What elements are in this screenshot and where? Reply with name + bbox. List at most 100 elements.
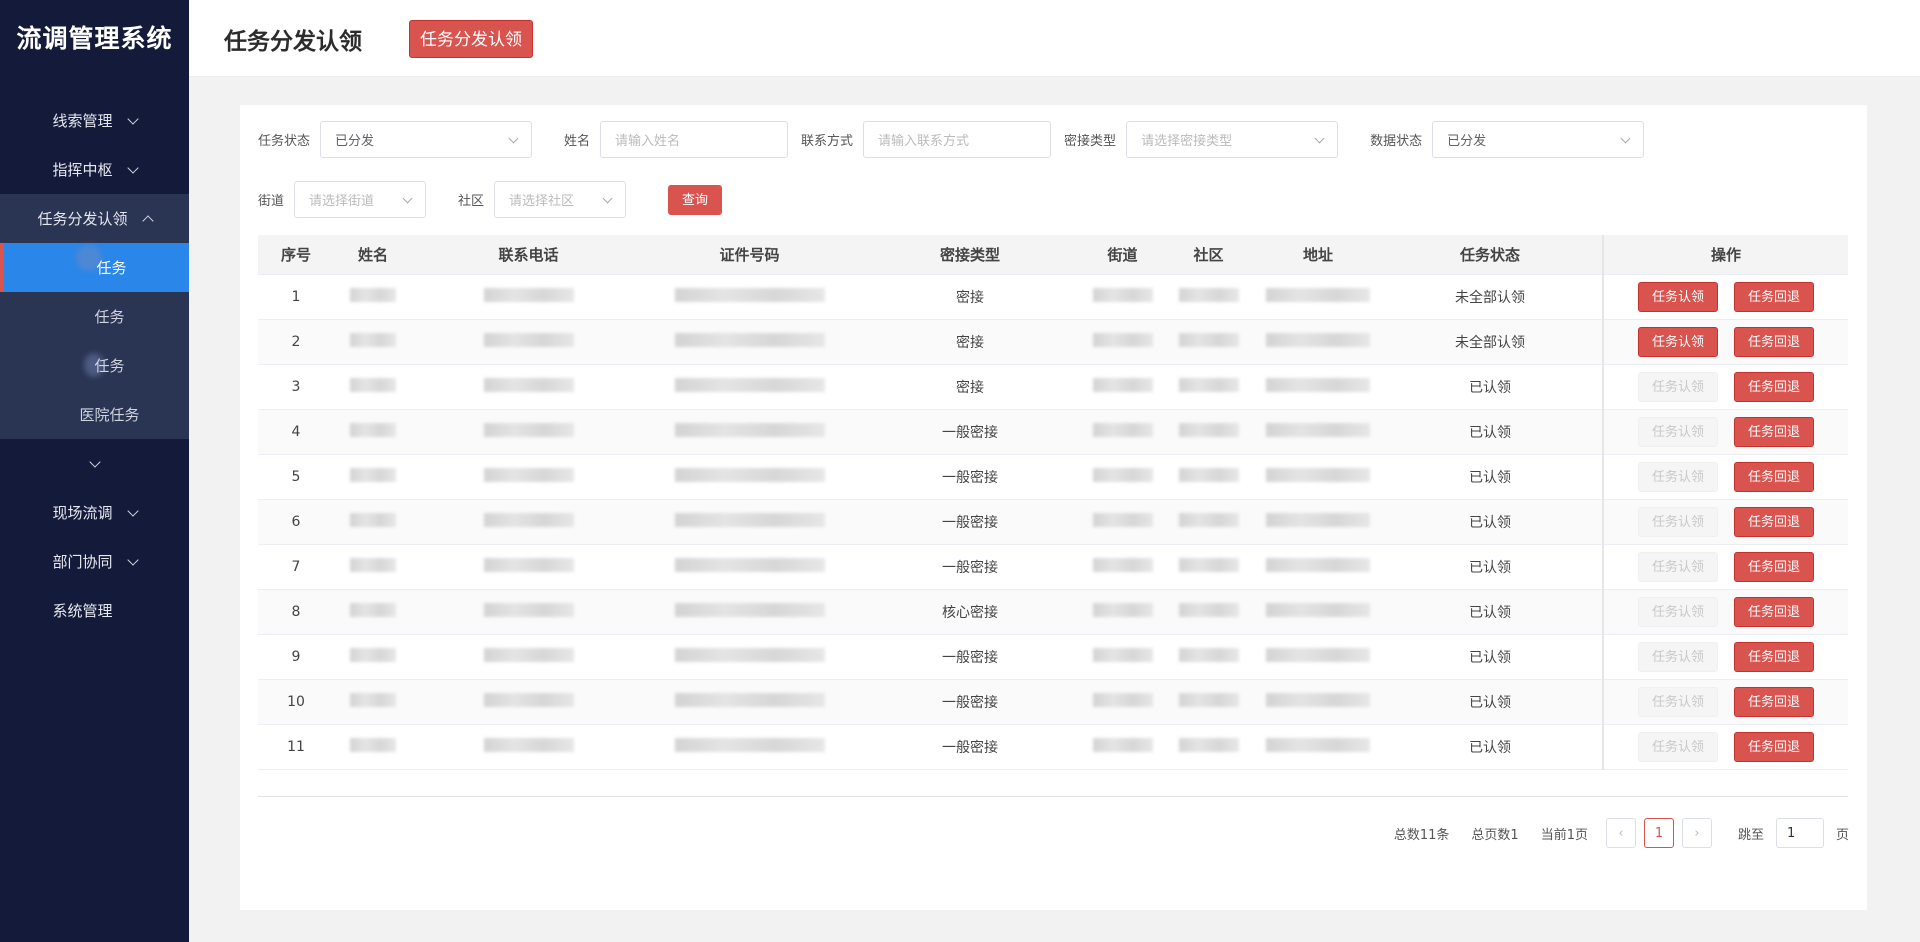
filter-label: 数据状态 (1370, 134, 1423, 149)
redacted-value (483, 692, 574, 707)
redacted-value (1092, 422, 1153, 437)
cell-id-number (645, 454, 854, 500)
redacted-value (674, 332, 825, 347)
chevron-down-icon (508, 133, 519, 144)
claim-task-button[interactable]: 任务认领 (1638, 416, 1718, 447)
name-input[interactable]: 请输入姓名 (600, 121, 789, 158)
cell-contact-type: 密接 (854, 319, 1086, 365)
cell-phone (412, 544, 645, 590)
column-header: 序号 (258, 235, 334, 275)
cell-phone (412, 679, 645, 725)
return-task-button[interactable]: 任务回退 (1734, 731, 1814, 762)
filter-label: 联系方式 (801, 134, 854, 149)
submenu-item-task-3[interactable]: 任务 (0, 341, 189, 390)
column-header: 地址 (1258, 235, 1378, 275)
cell-address (1258, 499, 1378, 545)
redacted-value (1178, 467, 1239, 482)
query-button[interactable]: 查询 (668, 184, 723, 215)
sidebar-item-command-center[interactable]: 指挥中枢 (0, 145, 189, 194)
redacted-value (1092, 332, 1153, 347)
redacted-value (483, 422, 574, 437)
jump-page-input[interactable]: 1 (1775, 818, 1824, 848)
cell-task-status: 已认领 (1378, 634, 1603, 680)
return-task-button[interactable]: 任务回退 (1734, 506, 1814, 537)
claim-task-button[interactable]: 任务认领 (1638, 281, 1718, 312)
claim-task-button[interactable]: 任务认领 (1638, 371, 1718, 402)
cell-phone (412, 634, 645, 680)
sidebar-item-task-distribution[interactable]: 任务分发认领 (0, 194, 189, 243)
submenu-item-label: 任务 (94, 357, 125, 375)
sidebar-item-clue-management[interactable]: 线索管理 (0, 96, 189, 145)
redacted-value (674, 377, 825, 392)
return-task-button[interactable]: 任务回退 (1734, 371, 1814, 402)
claim-task-button[interactable]: 任务认领 (1638, 641, 1718, 672)
redacted-value (1178, 332, 1239, 347)
return-task-button[interactable]: 任务回退 (1734, 326, 1814, 357)
app-title: 流调管理系统 (16, 24, 173, 53)
cell-task-status: 已认领 (1378, 499, 1603, 545)
cell-name (334, 724, 412, 770)
redacted-value (350, 287, 396, 302)
submenu-item-task-2[interactable]: 任务 (0, 292, 189, 341)
cell-actions: 任务认领 任务回退 (1602, 724, 1848, 770)
return-task-button[interactable]: 任务回退 (1734, 686, 1814, 717)
redacted-value (674, 467, 825, 482)
cell-street (1086, 679, 1159, 725)
cell-actions: 任务认领 任务回退 (1602, 589, 1848, 635)
table-header-row: 序号 姓名 联系电话 证件号码 密接类型 街道 社区 地址 任务状态 操作 (258, 235, 1848, 275)
data-status-select[interactable]: 已分发 (1432, 121, 1645, 158)
claim-task-button[interactable]: 任务认领 (1638, 326, 1718, 357)
return-task-button[interactable]: 任务回退 (1734, 551, 1814, 582)
active-tab-tag[interactable]: 任务分发认领 (409, 20, 533, 58)
sidebar-item-department-collab[interactable]: 部门协同 (0, 537, 189, 586)
cell-index: 8 (258, 589, 334, 635)
cell-task-status: 未全部认领 (1378, 274, 1603, 320)
prev-page-button[interactable]: ‹ (1605, 818, 1636, 848)
pagination-total: 总数11条 (1393, 827, 1450, 843)
sidebar-item-field-investigation[interactable]: 现场流调 (0, 488, 189, 537)
claim-task-button[interactable]: 任务认领 (1638, 731, 1718, 762)
cell-community (1159, 499, 1258, 545)
redacted-value (483, 287, 574, 302)
street-select[interactable]: 请选择街道 (294, 181, 427, 218)
return-task-button[interactable]: 任务回退 (1734, 281, 1814, 312)
page-number-button[interactable]: 1 (1643, 818, 1674, 848)
claim-task-button[interactable]: 任务认领 (1638, 461, 1718, 492)
contact-input[interactable]: 请输入联系方式 (863, 121, 1052, 158)
cell-community (1159, 589, 1258, 635)
sidebar-item-system-management[interactable]: 系统管理 (0, 586, 189, 635)
community-select[interactable]: 请选择社区 (494, 181, 627, 218)
task-status-select[interactable]: 已分发 (320, 121, 533, 158)
cell-id-number (645, 409, 854, 455)
cell-id-number (645, 634, 854, 680)
cell-name (334, 409, 412, 455)
column-header: 姓名 (334, 235, 412, 275)
sidebar-item-hidden[interactable] (0, 439, 189, 488)
claim-task-button[interactable]: 任务认领 (1638, 686, 1718, 717)
contact-type-select[interactable]: 请选择密接类型 (1126, 121, 1339, 158)
redacted-value (1266, 557, 1370, 572)
submenu-item-task-1[interactable]: 任务 (0, 243, 189, 292)
redacted-value (483, 557, 574, 572)
return-task-button[interactable]: 任务回退 (1734, 641, 1814, 672)
submenu-item-label: 任务 (94, 308, 125, 326)
cell-name (334, 634, 412, 680)
return-task-button[interactable]: 任务回退 (1734, 596, 1814, 627)
claim-task-button[interactable]: 任务认领 (1638, 551, 1718, 582)
redacted-value (483, 512, 574, 527)
claim-task-button[interactable]: 任务认领 (1638, 596, 1718, 627)
redacted-value (1092, 602, 1153, 617)
cell-community (1159, 724, 1258, 770)
return-task-button[interactable]: 任务回退 (1734, 416, 1814, 447)
next-page-button[interactable]: › (1681, 818, 1712, 848)
return-task-button[interactable]: 任务回退 (1734, 461, 1814, 492)
cell-street (1086, 724, 1159, 770)
submenu-item-hospital-task[interactable]: 医院任务 (0, 390, 189, 439)
chevron-down-icon (126, 161, 139, 174)
redacted-value (350, 557, 396, 572)
table-row: 4 一般密接 已认领 任务认领 任务回退 (258, 409, 1848, 455)
cell-community (1159, 319, 1258, 365)
claim-task-button[interactable]: 任务认领 (1638, 506, 1718, 537)
cell-phone (412, 589, 645, 635)
redacted-value (1092, 287, 1153, 302)
